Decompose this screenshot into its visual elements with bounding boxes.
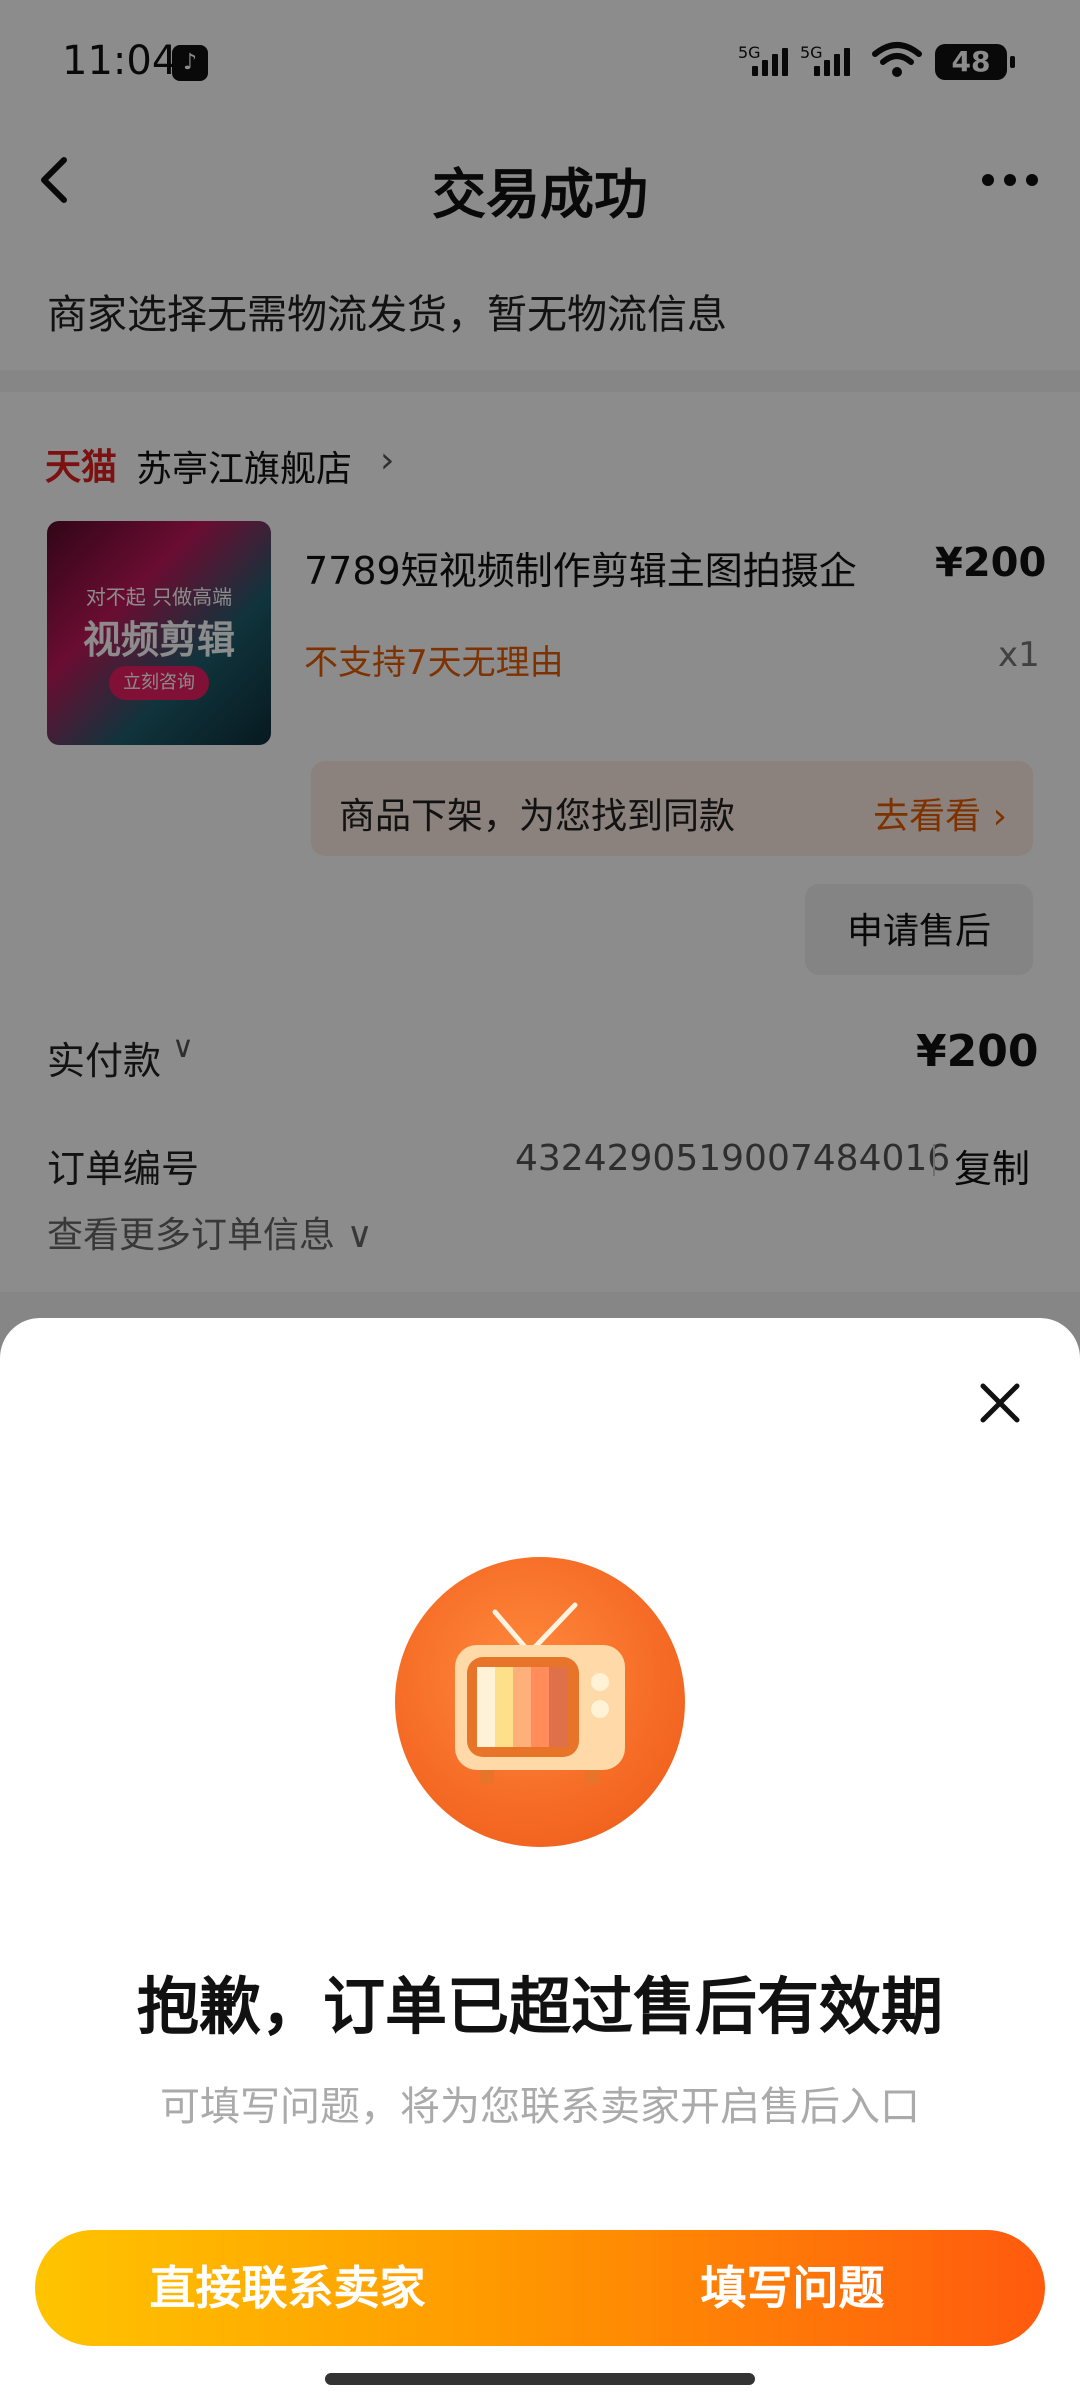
sheet-headline: 抱歉，订单已超过售后有效期	[136, 1970, 943, 2043]
home-indicator[interactable]	[325, 2373, 755, 2385]
contact-seller-button[interactable]: 直接联系卖家	[35, 2230, 540, 2346]
sheet-subline: 可填写问题，将为您联系卖家开启售后入口	[160, 2084, 920, 2130]
cta-button-group: 直接联系卖家 填写问题	[35, 2230, 1045, 2346]
close-icon[interactable]	[975, 1378, 1025, 1428]
fill-question-button[interactable]: 填写问题	[540, 2230, 1045, 2346]
tv-illustration-icon	[395, 1557, 685, 1847]
